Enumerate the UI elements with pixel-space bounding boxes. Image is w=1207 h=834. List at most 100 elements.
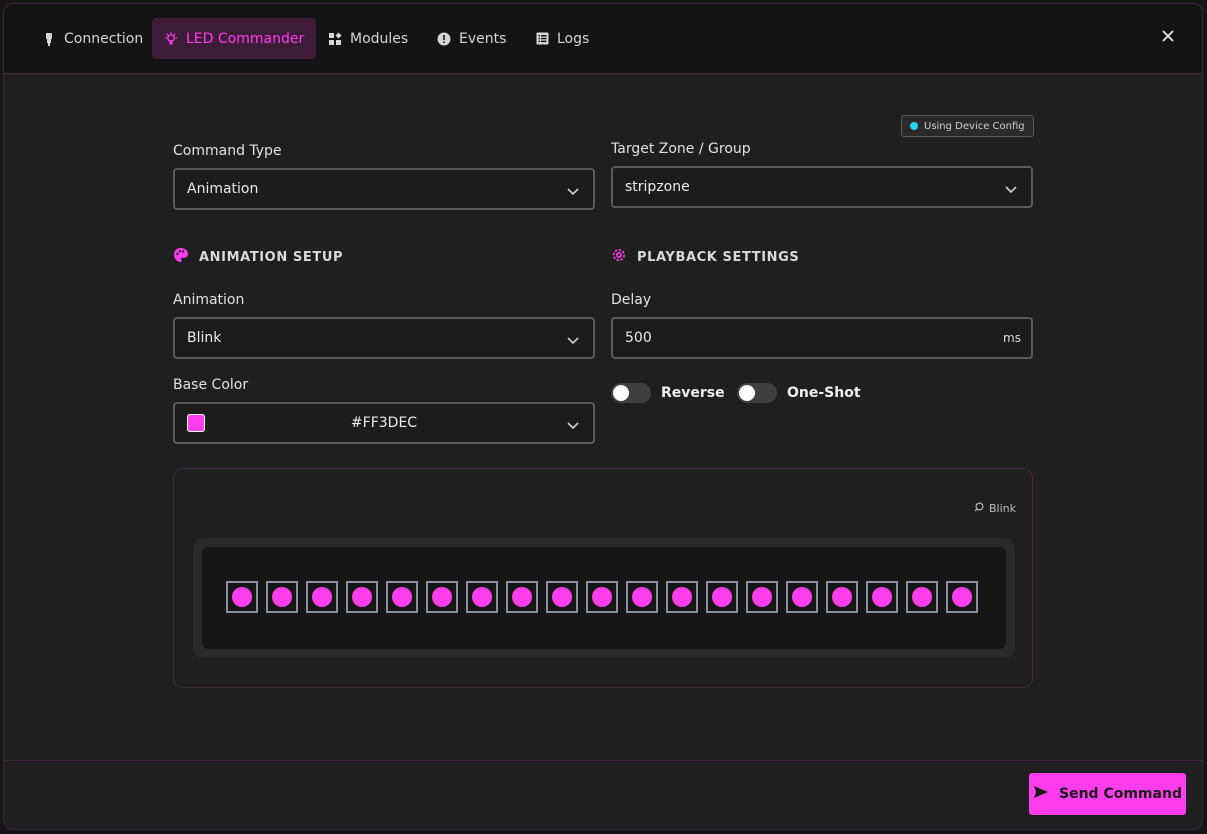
led-pixel xyxy=(466,581,498,613)
bulb-icon xyxy=(164,31,178,46)
chevron-down-icon xyxy=(567,333,579,345)
toggle-knob xyxy=(613,385,629,401)
list-icon xyxy=(535,32,549,46)
led-pixel xyxy=(426,581,458,613)
target-zone-select[interactable]: stripzone xyxy=(611,166,1033,208)
led-pixel xyxy=(586,581,618,613)
tab-label: Logs xyxy=(557,30,590,47)
led-bulb xyxy=(472,587,492,607)
close-icon[interactable] xyxy=(1160,28,1176,44)
command-type-value: Animation xyxy=(187,181,259,197)
led-pixel xyxy=(226,581,258,613)
led-bulb xyxy=(592,587,612,607)
led-preview-card: Blink xyxy=(173,468,1033,688)
playback-settings-heading: PLAYBACK SETTINGS xyxy=(611,247,799,267)
palette-icon xyxy=(173,247,189,267)
led-pixel xyxy=(506,581,538,613)
preview-tag-text: Blink xyxy=(988,501,1016,515)
gear-icon xyxy=(611,247,627,267)
send-command-button[interactable]: Send Command xyxy=(1029,773,1186,815)
section-title-text: ANIMATION SETUP xyxy=(199,249,344,265)
footer-bar: Send Command xyxy=(4,760,1202,829)
reverse-toggle[interactable] xyxy=(611,383,651,403)
target-zone-label: Target Zone / Group xyxy=(611,141,751,157)
led-bulb xyxy=(632,587,652,607)
led-pixel xyxy=(826,581,858,613)
plug-icon xyxy=(42,32,56,46)
chevron-down-icon xyxy=(567,418,579,430)
led-bulb xyxy=(712,587,732,607)
led-strip-inner xyxy=(202,547,1006,649)
led-bulb xyxy=(272,587,292,607)
badge-text: Using Device Config xyxy=(924,120,1025,132)
tab-led-commander[interactable]: LED Commander xyxy=(152,18,317,59)
delay-input[interactable]: 500 ms xyxy=(611,317,1033,359)
led-pixel xyxy=(386,581,418,613)
delay-value: 500 xyxy=(625,330,652,346)
status-dot xyxy=(910,122,918,130)
led-bulb xyxy=(872,587,892,607)
base-color-value: #FF3DEC xyxy=(350,415,418,431)
led-commander-window: Connection LED Commander Modules Events … xyxy=(3,3,1203,830)
base-color-select[interactable]: #FF3DEC xyxy=(173,402,595,444)
section-title-text: PLAYBACK SETTINGS xyxy=(637,249,800,265)
chevron-down-icon xyxy=(1005,182,1017,194)
tab-bar: Connection LED Commander Modules Events … xyxy=(4,4,1202,74)
animation-setup-heading: ANIMATION SETUP xyxy=(173,247,343,267)
led-bulb xyxy=(432,587,452,607)
tab-connection[interactable]: Connection xyxy=(30,18,155,59)
animation-label: Animation xyxy=(173,292,245,308)
send-label: Send Command xyxy=(1059,786,1182,802)
delay-label: Delay xyxy=(611,292,652,308)
tab-label: Connection xyxy=(64,30,144,47)
led-pixel xyxy=(546,581,578,613)
tab-modules[interactable]: Modules xyxy=(316,18,420,59)
led-bulb xyxy=(832,587,852,607)
animation-value: Blink xyxy=(187,330,222,346)
led-pixel xyxy=(346,581,378,613)
led-bulb xyxy=(912,587,932,607)
led-bulb xyxy=(672,587,692,607)
tab-events[interactable]: Events xyxy=(425,18,518,59)
command-type-label: Command Type xyxy=(173,143,282,159)
animation-select[interactable]: Blink xyxy=(173,317,595,359)
tab-logs[interactable]: Logs xyxy=(523,18,601,59)
led-bulb xyxy=(792,587,812,607)
led-pixel xyxy=(866,581,898,613)
led-pixel xyxy=(786,581,818,613)
toggle-knob xyxy=(739,385,755,401)
led-bulb xyxy=(952,587,972,607)
oneshot-toggle[interactable] xyxy=(737,383,777,403)
led-pixel xyxy=(626,581,658,613)
led-bulb xyxy=(352,587,372,607)
alert-circle-icon xyxy=(437,32,451,46)
oneshot-label: One-Shot xyxy=(787,385,861,401)
base-color-label: Base Color xyxy=(173,377,249,393)
sparkle-icon xyxy=(974,501,985,515)
led-pixel xyxy=(746,581,778,613)
led-pixel xyxy=(946,581,978,613)
led-pixel xyxy=(666,581,698,613)
target-zone-value: stripzone xyxy=(625,179,690,195)
reverse-label: Reverse xyxy=(661,385,725,401)
tab-label: Events xyxy=(459,30,507,47)
led-pixel xyxy=(306,581,338,613)
led-bulb xyxy=(552,587,572,607)
chevron-down-icon xyxy=(567,184,579,196)
led-pixel xyxy=(266,581,298,613)
tab-label: Modules xyxy=(350,30,409,47)
delay-unit: ms xyxy=(1003,331,1021,345)
led-bulb xyxy=(512,587,532,607)
color-swatch xyxy=(187,414,205,432)
led-pixel xyxy=(906,581,938,613)
device-config-badge: Using Device Config xyxy=(901,115,1034,137)
widgets-icon xyxy=(328,32,342,46)
command-type-select[interactable]: Animation xyxy=(173,168,595,210)
led-bulb xyxy=(232,587,252,607)
send-icon xyxy=(1033,785,1049,803)
led-pixel xyxy=(706,581,738,613)
led-bulb xyxy=(392,587,412,607)
led-bulb xyxy=(312,587,332,607)
preview-animation-tag: Blink xyxy=(974,501,1016,515)
led-strip xyxy=(193,538,1015,658)
